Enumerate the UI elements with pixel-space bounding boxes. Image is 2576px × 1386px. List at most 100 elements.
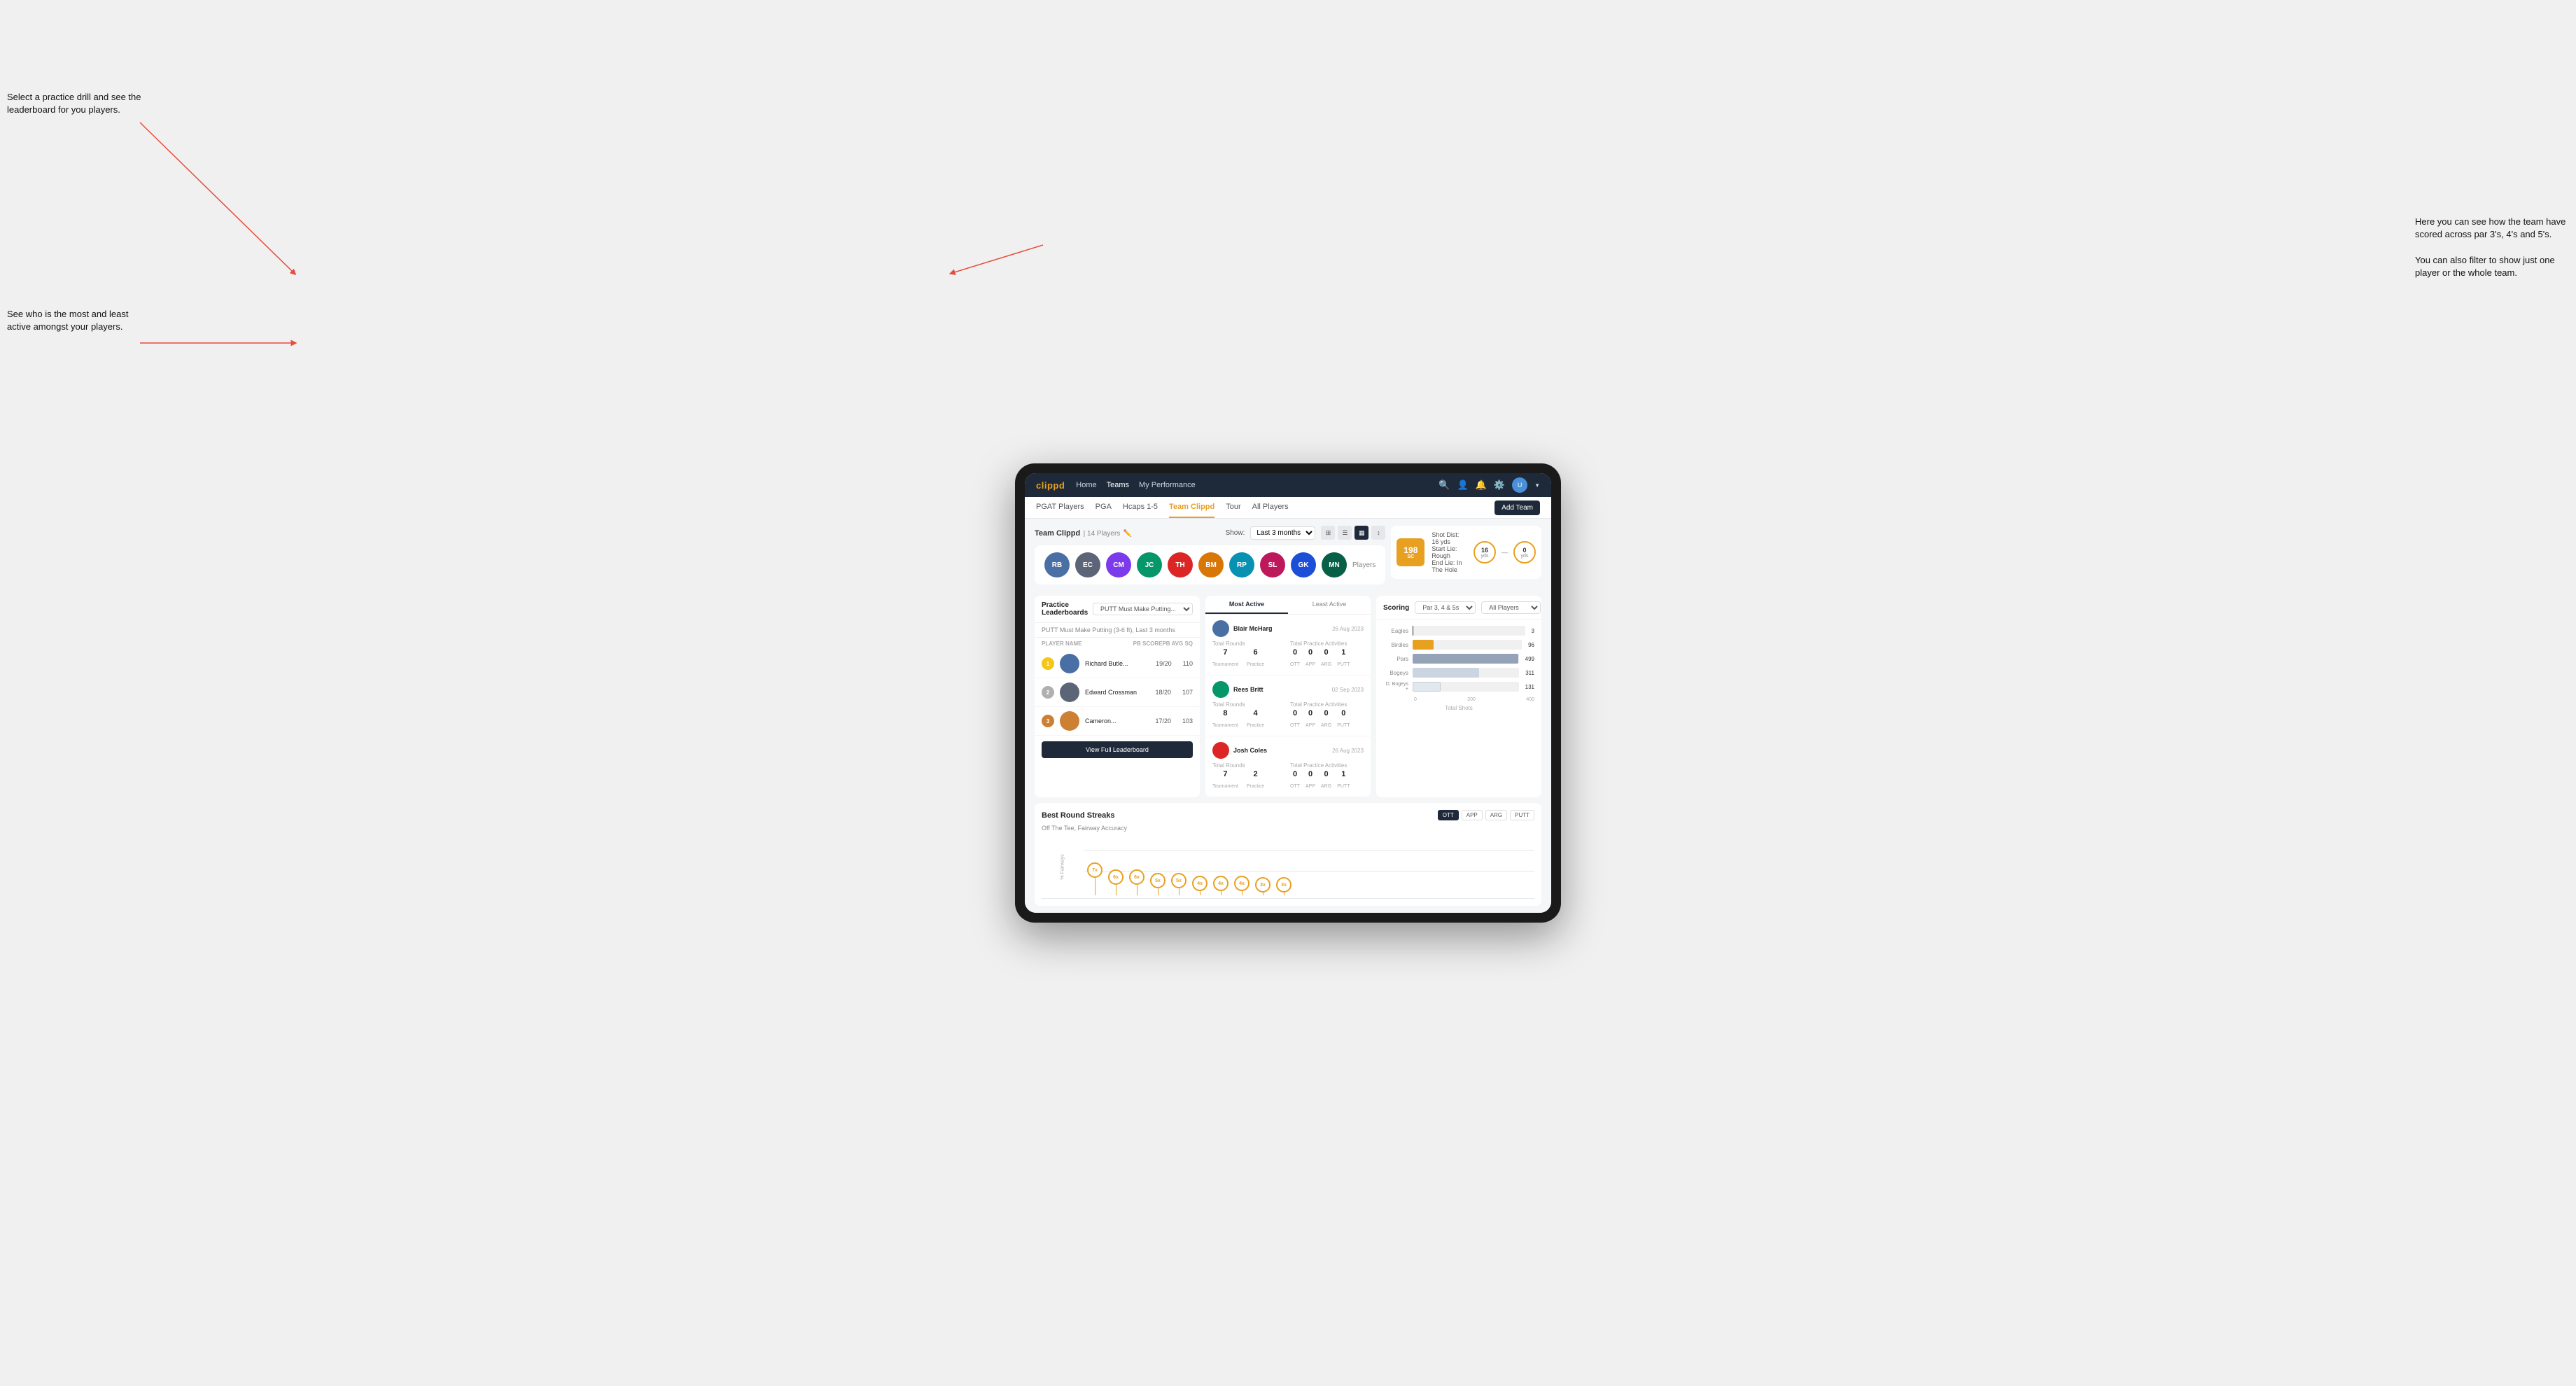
tab-most-active[interactable]: Most Active: [1205, 596, 1288, 614]
streaks-chart: % Fairways 7x 6x: [1042, 836, 1534, 899]
streak-point-8: 4x: [1234, 876, 1250, 895]
leaderboard-drill-select[interactable]: PUTT Must Make Putting...: [1093, 603, 1193, 615]
subnav-tour[interactable]: Tour: [1226, 497, 1240, 518]
streak-point-9: 3x: [1255, 877, 1270, 895]
search-icon[interactable]: 🔍: [1438, 479, 1450, 491]
lb-player-name-1: Richard Butle...: [1085, 660, 1150, 667]
subnav-pga[interactable]: PGA: [1096, 497, 1112, 518]
ott-stat-2: 0OTT: [1290, 709, 1300, 730]
activity-player-3-header: Josh Coles 26 Aug 2023: [1212, 742, 1364, 759]
leaderboard-row-1: 1 Richard Butle... 19/20 110: [1035, 650, 1200, 678]
bar-row-pars: Pars 499: [1383, 654, 1534, 664]
tournament-stat-2: 8 Tournament: [1212, 709, 1238, 730]
lb-player-name-3: Cameron...: [1085, 718, 1149, 724]
rank-badge-1: 1: [1042, 657, 1054, 670]
subnav-allplayers[interactable]: All Players: [1252, 497, 1289, 518]
leaderboard-title: Practice Leaderboards: [1042, 601, 1093, 617]
scoring-par-filter[interactable]: Par 3, 4 & 5s Par 3s Par 4s Par 5s: [1415, 601, 1476, 614]
player-avatar-10[interactable]: MN: [1322, 552, 1347, 578]
bar-value-birdies: 96: [1528, 642, 1534, 648]
bar-label-dbogeys: D. Bogeys +: [1383, 682, 1408, 692]
lb-score-1: 19/20: [1156, 660, 1172, 667]
nav-item-home[interactable]: Home: [1076, 479, 1096, 491]
streaks-filter-app[interactable]: APP: [1462, 810, 1483, 820]
lb-avg-1: 110: [1183, 660, 1193, 667]
scoring-player-filter[interactable]: All Players: [1481, 601, 1541, 614]
arg-stat-3: 0ARG: [1321, 770, 1331, 791]
activity-player-3: Josh Coles 26 Aug 2023 Total Rounds 7 To…: [1205, 736, 1371, 797]
pa-avatar-1: [1212, 620, 1229, 637]
bar-value-dbogeys: 131: [1525, 684, 1534, 690]
edit-team-icon[interactable]: ✏️: [1124, 530, 1132, 538]
lb-avg-2: 107: [1182, 689, 1193, 696]
grid-view-icon[interactable]: ⊞: [1321, 526, 1335, 540]
leaderboard-card: Practice Leaderboards PUTT Must Make Put…: [1035, 596, 1200, 797]
activity-tabs: Most Active Least Active: [1205, 596, 1371, 615]
app-stat-3: 0APP: [1306, 770, 1315, 791]
bar-value-eagles: 3: [1532, 628, 1534, 634]
player-avatar-9[interactable]: GK: [1291, 552, 1316, 578]
show-filter: Show: Last 3 months Last 6 months This y…: [1226, 526, 1386, 540]
streak-point-6: 4x: [1192, 876, 1208, 895]
streaks-filter-arg[interactable]: ARG: [1485, 810, 1507, 820]
rank-badge-3: 3: [1042, 715, 1054, 727]
lb-score-3: 17/20: [1155, 718, 1171, 724]
sort-icon[interactable]: ↕: [1371, 526, 1385, 540]
player-avatar-lb-2: [1060, 682, 1079, 702]
scoring-header: Scoring Par 3, 4 & 5s Par 3s Par 4s Par …: [1376, 596, 1541, 620]
person-icon[interactable]: 👤: [1457, 479, 1469, 491]
nav-item-teams[interactable]: Teams: [1107, 479, 1129, 491]
players-label: Players: [1352, 561, 1376, 569]
leaderboard-subtitle: PUTT Must Make Putting (3-6 ft), Last 3 …: [1035, 623, 1200, 638]
list-view-icon[interactable]: ☰: [1338, 526, 1352, 540]
total-rounds-section-3: Total Rounds 7 Tournament 2 Practice: [1212, 762, 1286, 791]
bell-icon[interactable]: 🔔: [1476, 479, 1487, 491]
streaks-subtitle: Off The Tee, Fairway Accuracy: [1042, 825, 1534, 832]
card-view-icon[interactable]: ▦: [1354, 526, 1368, 540]
streaks-filter-ott[interactable]: OTT: [1438, 810, 1459, 820]
period-select[interactable]: Last 3 months Last 6 months This year: [1250, 526, 1315, 540]
player-avatar-8[interactable]: SL: [1260, 552, 1285, 578]
player-avatar-6[interactable]: BM: [1198, 552, 1224, 578]
player-avatar-1[interactable]: RB: [1044, 552, 1070, 578]
streaks-section: Best Round Streaks OTT APP ARG PUTT Off …: [1035, 803, 1541, 906]
avatar[interactable]: U: [1512, 477, 1527, 493]
bar-label-pars: Pars: [1383, 656, 1408, 662]
nav-items: Home Teams My Performance: [1076, 479, 1427, 491]
leaderboard-columns: PLAYER NAME PB SCORE PB AVG SQ: [1035, 638, 1200, 650]
subnav-teamclippd[interactable]: Team Clippd: [1169, 497, 1214, 518]
streaks-header: Best Round Streaks OTT APP ARG PUTT: [1042, 810, 1534, 820]
streak-points-container: 7x 6x 6x: [1087, 836, 1531, 898]
bar-row-bogeys: Bogeys 311: [1383, 668, 1534, 678]
tab-least-active[interactable]: Least Active: [1288, 596, 1371, 614]
player-avatar-2[interactable]: EC: [1075, 552, 1100, 578]
annotation-top-right: Here you can see how the team have score…: [2415, 203, 2569, 279]
player-avatar-7[interactable]: RP: [1229, 552, 1254, 578]
settings-icon[interactable]: ⚙️: [1494, 479, 1505, 491]
total-rounds-section-2: Total Rounds 8 Tournament 4 Practice: [1212, 701, 1286, 730]
bar-label-birdies: Birdies: [1383, 642, 1408, 648]
bar-row-eagles: Eagles 3: [1383, 626, 1534, 636]
player-avatar-4[interactable]: JC: [1137, 552, 1162, 578]
dist-circle-1: 16 yds: [1474, 541, 1496, 564]
player-avatar-3[interactable]: CM: [1106, 552, 1131, 578]
view-full-leaderboard-button[interactable]: View Full Leaderboard: [1042, 741, 1193, 758]
nav-item-myperformance[interactable]: My Performance: [1139, 479, 1196, 491]
putt-stat-3: 1PUTT: [1337, 770, 1350, 791]
shot-card-section: 198 SC Shot Dist: 16 yds Start Lie: Roug…: [1391, 526, 1541, 590]
subnav-pgat[interactable]: PGAT Players: [1036, 497, 1084, 518]
app-stat-2: 0APP: [1306, 709, 1315, 730]
chevron-down-icon[interactable]: ▼: [1534, 482, 1540, 489]
leaderboard-row-2: 2 Edward Crossman 18/20 107: [1035, 678, 1200, 707]
total-practice-section-1: Total Practice Activities 0OTT 0APP 0ARG…: [1290, 640, 1364, 669]
pa-date-1: 26 Aug 2023: [1332, 626, 1364, 632]
activity-player-2: Rees Britt 02 Sep 2023 Total Rounds 8 To…: [1205, 676, 1371, 736]
subnav-hcaps[interactable]: Hcaps 1-5: [1123, 497, 1158, 518]
player-avatar-5[interactable]: TH: [1168, 552, 1193, 578]
team-section: Team Clippd | 14 Players ✏️ Show: Last 3…: [1035, 526, 1385, 590]
players-row: RB EC CM JC TH BM RP SL GK MN Players: [1035, 545, 1385, 584]
streaks-filter-putt[interactable]: PUTT: [1510, 810, 1534, 820]
tournament-stat-1: 7 Tournament: [1212, 648, 1238, 669]
add-team-button[interactable]: Add Team: [1494, 500, 1540, 515]
bar-fill-dbogeys: [1413, 682, 1441, 692]
